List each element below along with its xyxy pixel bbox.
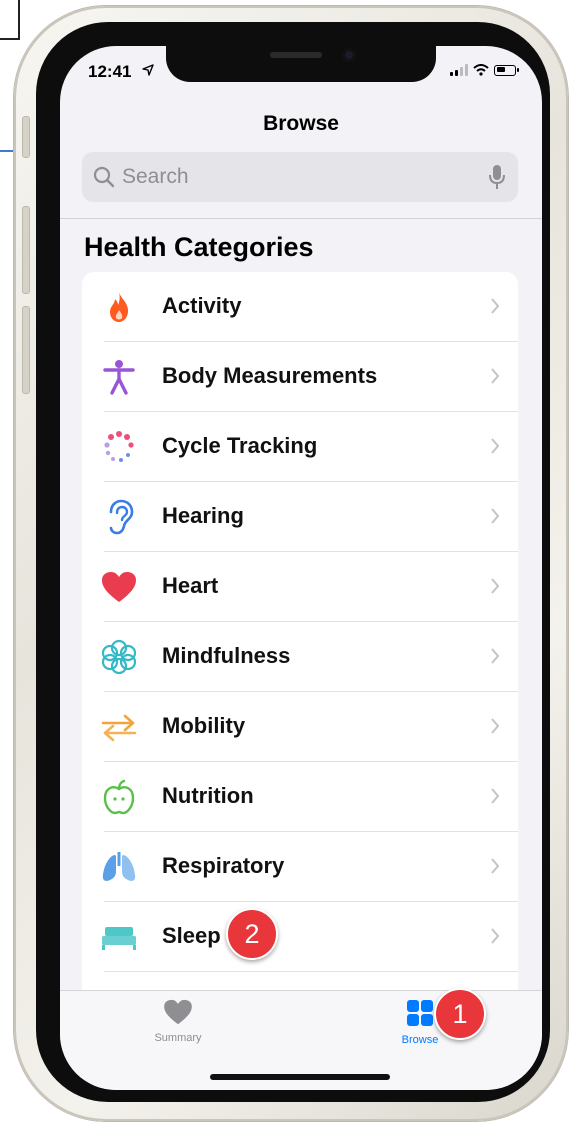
chevron-right-icon bbox=[491, 788, 500, 804]
category-row-sleep[interactable]: Sleep bbox=[82, 902, 518, 972]
category-row-body-measurements[interactable]: Body Measurements bbox=[82, 342, 518, 412]
category-row-hearing[interactable]: Hearing bbox=[82, 482, 518, 552]
page-title: Browse bbox=[263, 112, 339, 135]
chevron-right-icon bbox=[491, 928, 500, 944]
status-indicators bbox=[450, 64, 519, 76]
apple-icon bbox=[100, 778, 138, 816]
battery-icon bbox=[494, 64, 519, 76]
chevron-right-icon bbox=[491, 578, 500, 594]
front-camera bbox=[342, 48, 356, 62]
category-label: Heart bbox=[162, 573, 219, 598]
tab-summary[interactable]: Summary bbox=[118, 999, 238, 1044]
page-corner-mark bbox=[0, 0, 20, 40]
chevron-right-icon bbox=[491, 438, 500, 454]
volume-up-button bbox=[22, 206, 30, 294]
grid-icon bbox=[407, 1000, 433, 1026]
step-badge-2: 2 bbox=[226, 908, 278, 960]
search-icon bbox=[93, 166, 115, 188]
figure-icon bbox=[100, 358, 138, 396]
lungs-icon bbox=[100, 848, 138, 886]
bed-icon bbox=[100, 918, 138, 956]
notch bbox=[166, 46, 436, 82]
category-row-activity[interactable]: Activity bbox=[82, 272, 518, 342]
chevron-right-icon bbox=[491, 718, 500, 734]
heart-icon bbox=[100, 568, 138, 606]
category-label: Mindfulness bbox=[162, 643, 291, 668]
category-label: Activity bbox=[162, 293, 242, 318]
category-row-heart[interactable]: Heart bbox=[82, 552, 518, 622]
search-placeholder: Search bbox=[122, 165, 189, 188]
flame-icon bbox=[100, 288, 138, 326]
ear-icon bbox=[100, 498, 138, 536]
microphone-icon[interactable] bbox=[488, 164, 506, 190]
mobility-arrows-icon bbox=[100, 708, 138, 746]
step-badge-1: 1 bbox=[434, 988, 486, 1040]
category-label: Cycle Tracking bbox=[162, 433, 318, 458]
chevron-right-icon bbox=[491, 858, 500, 874]
silent-switch bbox=[22, 116, 30, 158]
category-label: Mobility bbox=[162, 713, 246, 738]
wifi-icon bbox=[473, 64, 489, 76]
home-indicator bbox=[210, 1074, 390, 1080]
heart-icon bbox=[164, 999, 192, 1025]
categories-list: Activity Body Measurements Cycle Trackin… bbox=[82, 272, 518, 1032]
phone-screen: 12:41 Browse Search Health Categories Ac… bbox=[60, 46, 542, 1090]
chevron-right-icon bbox=[491, 508, 500, 524]
category-row-respiratory[interactable]: Respiratory bbox=[82, 832, 518, 902]
tab-label: Summary bbox=[154, 1032, 202, 1044]
chevron-right-icon bbox=[491, 368, 500, 384]
category-row-cycle-tracking[interactable]: Cycle Tracking bbox=[82, 412, 518, 482]
page-edge-mark bbox=[0, 150, 14, 152]
category-label: Body Measurements bbox=[162, 363, 378, 388]
status-time: 12:41 bbox=[88, 62, 132, 81]
section-title: Health Categories bbox=[84, 232, 314, 262]
category-label: Hearing bbox=[162, 503, 244, 528]
search-bar[interactable]: Search bbox=[82, 152, 518, 202]
category-label: Respiratory bbox=[162, 853, 285, 878]
mindfulness-flower-icon bbox=[100, 638, 138, 676]
row-separator bbox=[104, 971, 518, 972]
category-label: Nutrition bbox=[162, 783, 254, 808]
header-divider bbox=[60, 218, 542, 219]
category-row-mindfulness[interactable]: Mindfulness bbox=[82, 622, 518, 692]
category-row-nutrition[interactable]: Nutrition bbox=[82, 762, 518, 832]
category-row-mobility[interactable]: Mobility bbox=[82, 692, 518, 762]
chevron-right-icon bbox=[491, 298, 500, 314]
cellular-signal-icon bbox=[450, 64, 468, 76]
cycle-dots-icon bbox=[100, 428, 138, 466]
location-arrow-icon bbox=[142, 64, 154, 76]
volume-down-button bbox=[22, 306, 30, 394]
speaker bbox=[270, 52, 322, 58]
category-label: Sleep bbox=[162, 923, 221, 948]
chevron-right-icon bbox=[491, 648, 500, 664]
